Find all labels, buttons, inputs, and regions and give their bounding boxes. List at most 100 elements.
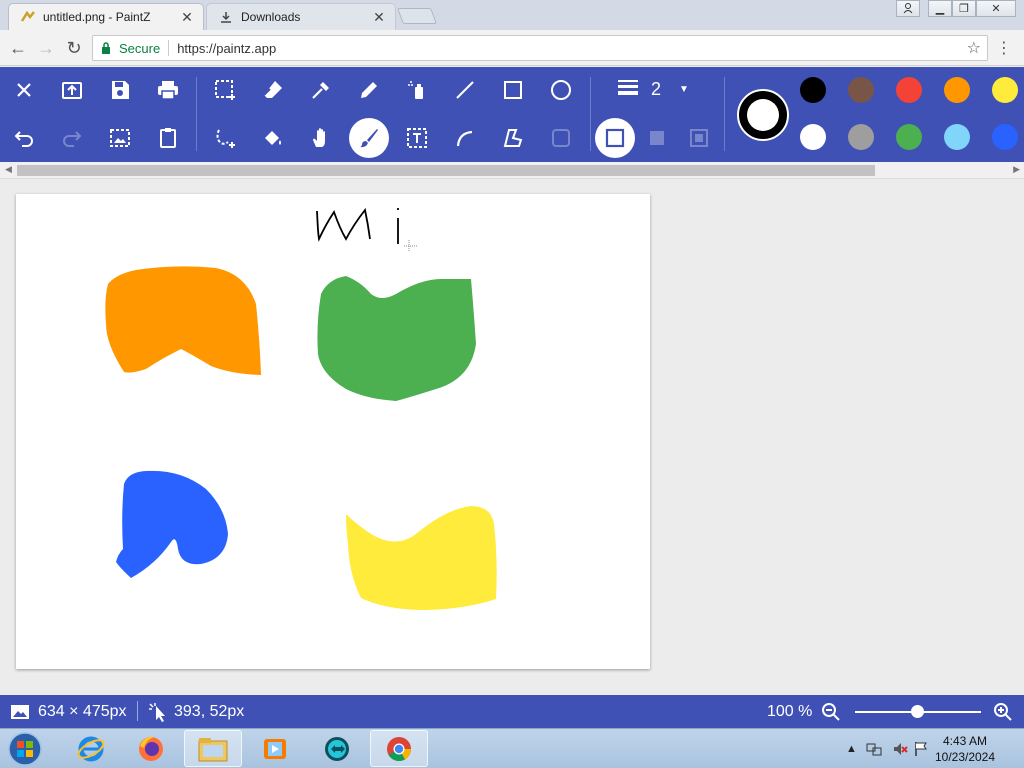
windows-start-button[interactable] [6, 731, 44, 767]
zoom-slider-handle[interactable] [911, 705, 924, 718]
user-profile-button[interactable] [896, 0, 920, 17]
pencil-icon[interactable] [349, 70, 389, 110]
open-file-icon[interactable] [52, 70, 92, 110]
browser-menu-icon[interactable]: ⋮ [996, 38, 1012, 58]
clipboard-icon[interactable] [148, 118, 188, 158]
swatch-light-blue[interactable] [944, 124, 970, 150]
swatch-orange[interactable] [944, 77, 970, 103]
text-tool-icon[interactable] [397, 118, 437, 158]
fill-bucket-icon[interactable] [253, 118, 293, 158]
lock-icon [101, 42, 111, 54]
scroll-left-arrow-icon[interactable]: ◀ [5, 164, 12, 175]
status-bar: 634 × 475px 393, 52px 100 % [0, 695, 1024, 728]
zoom-in-icon[interactable] [993, 695, 1013, 728]
fill-only-icon[interactable] [637, 118, 677, 158]
rectangle-tool-icon[interactable] [493, 70, 533, 110]
bookmark-star-icon[interactable]: ☆ [967, 38, 981, 58]
firefox-icon[interactable] [122, 730, 180, 767]
swatch-brown[interactable] [848, 77, 874, 103]
undo-icon[interactable] [4, 118, 44, 158]
eraser-icon[interactable] [253, 70, 293, 110]
toolbar-scrollbar[interactable]: ◀ ▶ [0, 162, 1024, 179]
rectangle-select-icon[interactable] [205, 70, 245, 110]
drawing-canvas[interactable] [16, 194, 650, 669]
windows-taskbar: ▲ 4:43 AM 10/23/2024 [0, 728, 1024, 768]
line-tool-icon[interactable] [445, 70, 485, 110]
print-icon[interactable] [148, 70, 188, 110]
swatch-white[interactable] [800, 124, 826, 150]
paintz-favicon-icon [21, 10, 35, 24]
tab-paintz[interactable]: untitled.png - PaintZ ✕ [8, 3, 204, 30]
tab-title: Downloads [241, 10, 301, 24]
dropdown-arrow-icon: ▼ [679, 84, 689, 95]
close-icon[interactable] [4, 70, 44, 110]
active-colors-indicator[interactable] [737, 89, 789, 141]
paintz-toolbar: 2 ▼ [0, 67, 1024, 162]
show-hidden-icons-icon[interactable]: ▲ [846, 729, 857, 768]
swatch-yellow[interactable] [992, 77, 1018, 103]
url-text: https://paintz.app [177, 40, 277, 56]
minimize-button[interactable]: ▁ [928, 0, 952, 17]
blue-blob [116, 470, 228, 578]
outline-fill-icon[interactable] [679, 118, 719, 158]
eyedropper-icon[interactable] [301, 70, 341, 110]
spray-can-icon[interactable] [397, 70, 437, 110]
clock-date: 10/23/2024 [934, 750, 996, 764]
pan-hand-icon[interactable] [301, 118, 341, 158]
reload-icon[interactable]: ↻ [62, 36, 86, 60]
forward-arrow-icon[interactable]: → [34, 36, 58, 60]
close-tab-icon[interactable]: ✕ [179, 9, 195, 26]
line-width-icon [617, 78, 639, 101]
system-clock[interactable]: 4:43 AM 10/23/2024 [925, 733, 1005, 765]
curve-tool-icon[interactable] [445, 118, 485, 158]
rounded-rect-tool-icon[interactable] [541, 118, 581, 158]
line-width-selector[interactable]: 2 ▼ [617, 78, 689, 101]
image-size-icon [10, 695, 30, 728]
image-size-text: 634 × 475px [38, 702, 127, 720]
new-tab-button[interactable] [397, 8, 437, 24]
close-window-button[interactable]: ✕ [976, 0, 1016, 17]
image-properties-icon[interactable] [100, 118, 140, 158]
brush-tool-icon[interactable] [349, 118, 389, 158]
address-bar[interactable]: Secure https://paintz.app ☆ [92, 35, 988, 61]
network-icon[interactable] [866, 729, 882, 768]
scrollbar-thumb[interactable] [17, 165, 875, 176]
sketch-letter-w [316, 207, 371, 242]
download-icon [219, 10, 233, 24]
file-explorer-icon[interactable] [184, 730, 242, 767]
secure-label: Secure [119, 40, 161, 56]
ellipse-tool-icon[interactable] [541, 70, 581, 110]
zoom-level-text[interactable]: 100 % [767, 695, 812, 728]
toolbar-divider [724, 77, 725, 151]
swatch-blue[interactable] [992, 124, 1018, 150]
zoom-out-icon[interactable] [821, 695, 841, 728]
internet-explorer-icon[interactable] [62, 730, 120, 767]
omnibox-divider [168, 40, 170, 56]
media-player-icon[interactable] [246, 730, 304, 767]
redo-icon[interactable] [52, 118, 92, 158]
outline-only-icon[interactable] [595, 118, 635, 158]
status-divider [137, 701, 138, 721]
swatch-black[interactable] [800, 77, 826, 103]
orange-blob [105, 266, 261, 375]
freeform-select-icon[interactable] [205, 118, 245, 158]
toolbar-divider [196, 77, 197, 151]
close-tab-icon[interactable]: ✕ [371, 9, 387, 26]
tab-title: untitled.png - PaintZ [43, 10, 151, 24]
teamviewer-like-icon[interactable] [308, 730, 366, 767]
chrome-icon[interactable] [370, 730, 428, 767]
back-arrow-icon[interactable]: ← [6, 36, 30, 60]
yellow-blob [346, 506, 497, 610]
volume-muted-icon[interactable] [892, 729, 908, 768]
tab-downloads[interactable]: Downloads ✕ [206, 3, 396, 30]
save-icon[interactable] [100, 70, 140, 110]
canvas-drawing [105, 207, 497, 610]
line-width-value: 2 [651, 79, 662, 99]
cursor-crosshair-icon [404, 240, 418, 252]
polygon-tool-icon[interactable] [493, 118, 533, 158]
swatch-gray[interactable] [848, 124, 874, 150]
swatch-green[interactable] [896, 124, 922, 150]
scroll-right-arrow-icon[interactable]: ▶ [1013, 164, 1020, 175]
restore-button[interactable]: ❐ [952, 0, 976, 17]
swatch-red[interactable] [896, 77, 922, 103]
